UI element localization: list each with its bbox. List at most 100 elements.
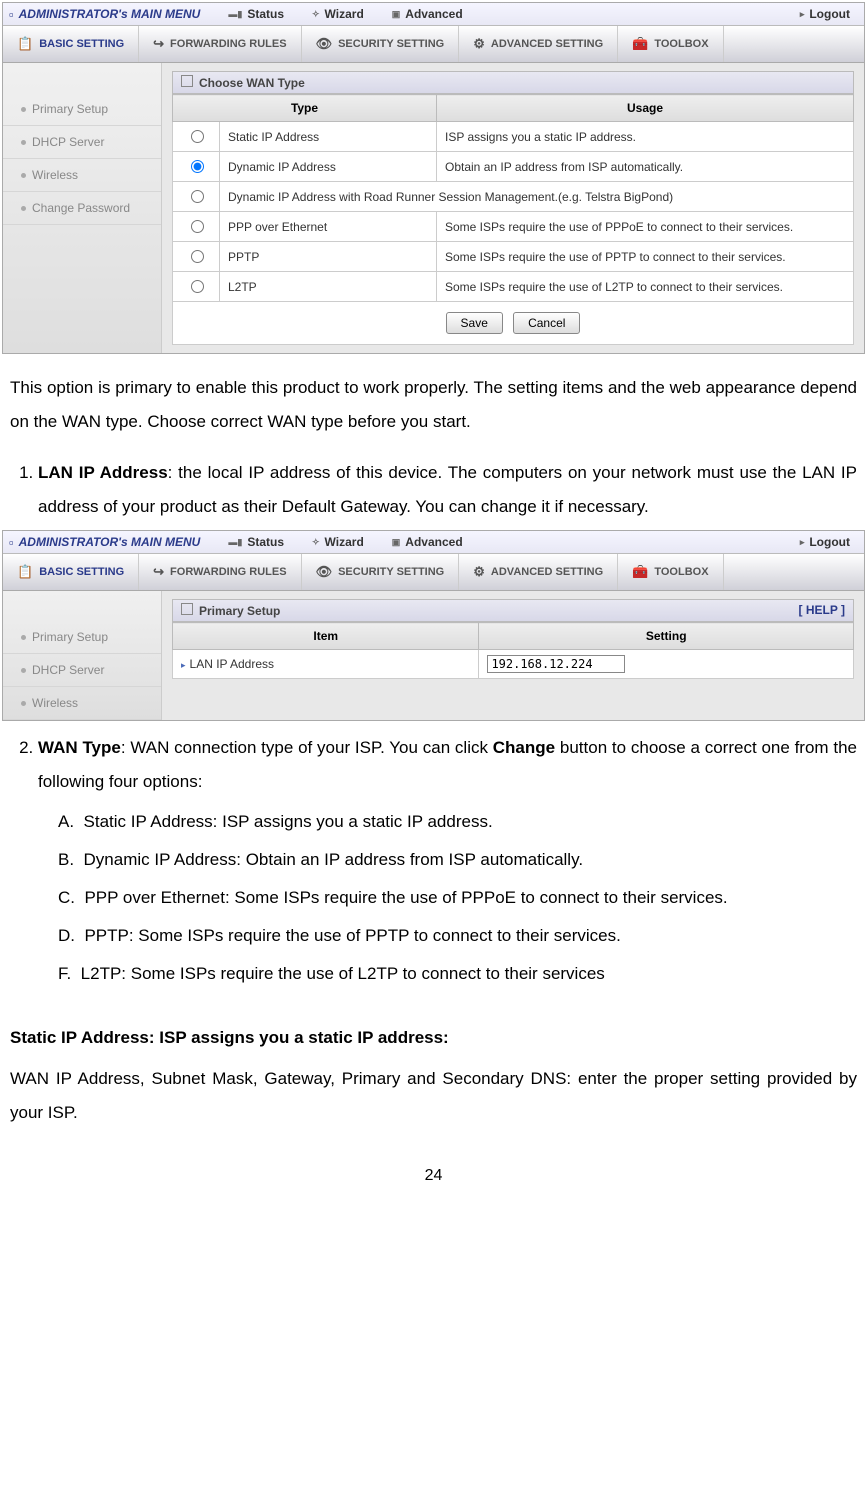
admin-main-menu-title: ▫ ADMINISTRATOR's MAIN MENU	[3, 535, 214, 550]
tab-advanced-setting[interactable]: ⚙ADVANCED SETTING	[459, 554, 618, 590]
cell-setting	[479, 650, 854, 679]
sidebar-item-label: DHCP Server	[32, 135, 104, 149]
tab-forwarding-label: FORWARDING RULES	[170, 38, 287, 50]
adv-icon: ⚙	[473, 564, 485, 580]
router-admin-ui-2: ▫ ADMINISTRATOR's MAIN MENU ▬▮Status ✧ Wi…	[2, 530, 865, 721]
tab-security-setting[interactable]: 👁SECURITY SETTING	[302, 554, 460, 590]
lan-ip-label: LAN IP Address	[190, 657, 275, 671]
table-row: PPTP Some ISPs require the use of PPTP t…	[173, 242, 854, 272]
sidebar-item-label: DHCP Server	[32, 663, 104, 677]
top-menu-bar: ▫ ADMINISTRATOR's MAIN MENU ▬▮Status ✧ Wi…	[3, 531, 864, 554]
cell-usage: Some ISPs require the use of L2TP to con…	[437, 272, 854, 302]
bold-change: Change	[493, 738, 555, 757]
logout-icon: ▸	[800, 9, 805, 20]
bullet-icon	[21, 635, 26, 640]
radio-static-ip[interactable]	[191, 130, 204, 143]
logout-link[interactable]: ▸ Logout	[786, 535, 864, 549]
help-link[interactable]: [ HELP ]	[799, 603, 845, 618]
lan-ip-input[interactable]	[487, 655, 625, 673]
advanced-icon: ▣	[392, 537, 401, 548]
wizard-link[interactable]: ✧ Wizard	[298, 535, 378, 549]
tab-forwarding-rules[interactable]: ↪FORWARDING RULES	[139, 26, 301, 62]
toolbox-icon: 🧰	[632, 36, 648, 52]
tab-basic-setting[interactable]: 📋BASIC SETTING	[3, 26, 139, 62]
page-number: 24	[0, 1147, 867, 1195]
cell-type: Dynamic IP Address	[220, 152, 437, 182]
router-admin-ui-1: ▫ ADMINISTRATOR's MAIN MENU ▬▮Status ✧Wi…	[2, 2, 865, 354]
radio-l2tp[interactable]	[191, 280, 204, 293]
tab-toolbox[interactable]: 🧰TOOLBOX	[618, 554, 723, 590]
sub-d-text: PPTP: Some ISPs require the use of PPTP …	[84, 926, 620, 945]
bullet-icon	[21, 173, 26, 178]
logout-label: Logout	[809, 535, 850, 549]
sidebar-item-dhcp-server[interactable]: DHCP Server	[3, 654, 161, 687]
tab-toolbox-label: TOOLBOX	[654, 38, 708, 50]
tab-basic-label: BASIC SETTING	[39, 38, 124, 50]
radio-dynamic-ip[interactable]	[191, 160, 204, 173]
tab-basic-label: BASIC SETTING	[39, 566, 124, 578]
wan-options-sublist: A. Static IP Address: ISP assigns you a …	[10, 805, 857, 991]
basic-icon: 📋	[17, 564, 33, 580]
main-panel: Choose WAN Type Type Usage Static IP Add…	[162, 63, 864, 353]
list-item-wan-type: WAN Type: WAN connection type of your IS…	[38, 731, 857, 799]
logout-icon: ▸	[800, 537, 805, 548]
cell-type-span: Dynamic IP Address with Road Runner Sess…	[220, 182, 854, 212]
adv-icon: ⚙	[473, 36, 485, 52]
table-row: ▸LAN IP Address	[173, 650, 854, 679]
sidebar-item-primary-setup[interactable]: Primary Setup	[3, 621, 161, 654]
security-icon: 👁	[316, 36, 333, 52]
wizard-label: Wizard	[325, 535, 364, 549]
sidebar-item-wireless[interactable]: Wireless	[3, 159, 161, 192]
tab-security-setting[interactable]: 👁SECURITY SETTING	[302, 26, 460, 62]
cell-usage: ISP assigns you a static IP address.	[437, 122, 854, 152]
primary-setup-table: Item Setting ▸LAN IP Address	[172, 622, 854, 679]
tab-toolbox[interactable]: 🧰 TOOLBOX	[618, 26, 723, 62]
bullet-icon	[21, 668, 26, 673]
table-row: PPP over Ethernet Some ISPs require the …	[173, 212, 854, 242]
sidebar-item-label: Change Password	[32, 201, 130, 215]
panel-title-choose-wan: Choose WAN Type	[172, 71, 854, 94]
advanced-label: Advanced	[405, 7, 462, 21]
advanced-link[interactable]: ▣Advanced	[378, 7, 477, 21]
sidebar-item-wireless[interactable]: Wireless	[3, 687, 161, 720]
wizard-link[interactable]: ✧Wizard	[298, 7, 378, 21]
cell-type: Static IP Address	[220, 122, 437, 152]
radio-pptp[interactable]	[191, 250, 204, 263]
tab-forwarding-rules[interactable]: ↪FORWARDING RULES	[139, 554, 301, 590]
save-button[interactable]: Save	[446, 312, 503, 334]
advanced-link[interactable]: ▣ Advanced	[378, 535, 477, 549]
status-icon: ▬▮	[228, 537, 242, 548]
sidebar-item-dhcp-server[interactable]: DHCP Server	[3, 126, 161, 159]
sidebar-item-primary-setup[interactable]: Primary Setup	[3, 93, 161, 126]
radio-pppoe[interactable]	[191, 220, 204, 233]
sidebar-item-change-password[interactable]: Change Password	[3, 192, 161, 225]
bold-lan-ip: LAN IP Address	[38, 463, 168, 482]
cell-usage: Obtain an IP address from ISP automatica…	[437, 152, 854, 182]
sub-c-text: PPP over Ethernet: Some ISPs require the…	[84, 888, 727, 907]
cancel-button[interactable]: Cancel	[513, 312, 580, 334]
status-link[interactable]: ▬▮Status	[214, 535, 298, 549]
cell-type: PPP over Ethernet	[220, 212, 437, 242]
table-row: L2TP Some ISPs require the use of L2TP t…	[173, 272, 854, 302]
li2-rest: : WAN connection type of your ISP. You c…	[121, 738, 493, 757]
wizard-icon: ✧	[312, 537, 320, 548]
bullet-icon	[21, 107, 26, 112]
sub-b-text: Dynamic IP Address: Obtain an IP address…	[84, 850, 584, 869]
cell-item: ▸LAN IP Address	[173, 650, 479, 679]
bullet-icon	[21, 701, 26, 706]
radio-dynamic-ip-roadrunner[interactable]	[191, 190, 204, 203]
tab-advanced-label: ADVANCED SETTING	[491, 38, 603, 50]
sub-item-f: F. L2TP: Some ISPs require the use of L2…	[58, 957, 857, 991]
th-usage: Usage	[437, 95, 854, 122]
advanced-label: Advanced	[405, 535, 462, 549]
tab-basic-setting[interactable]: 📋 BASIC SETTING	[3, 554, 139, 590]
panel-title-text: Primary Setup	[199, 604, 280, 618]
square-icon	[181, 603, 193, 615]
tab-toolbox-label: TOOLBOX	[654, 566, 708, 578]
menu-icon: ▫	[9, 535, 14, 550]
status-link[interactable]: ▬▮Status	[214, 7, 298, 21]
logout-link[interactable]: ▸Logout	[786, 7, 864, 21]
table-row: Dynamic IP Address Obtain an IP address …	[173, 152, 854, 182]
status-icon: ▬▮	[228, 9, 242, 20]
tab-advanced-setting[interactable]: ⚙ ADVANCED SETTING	[459, 26, 618, 62]
